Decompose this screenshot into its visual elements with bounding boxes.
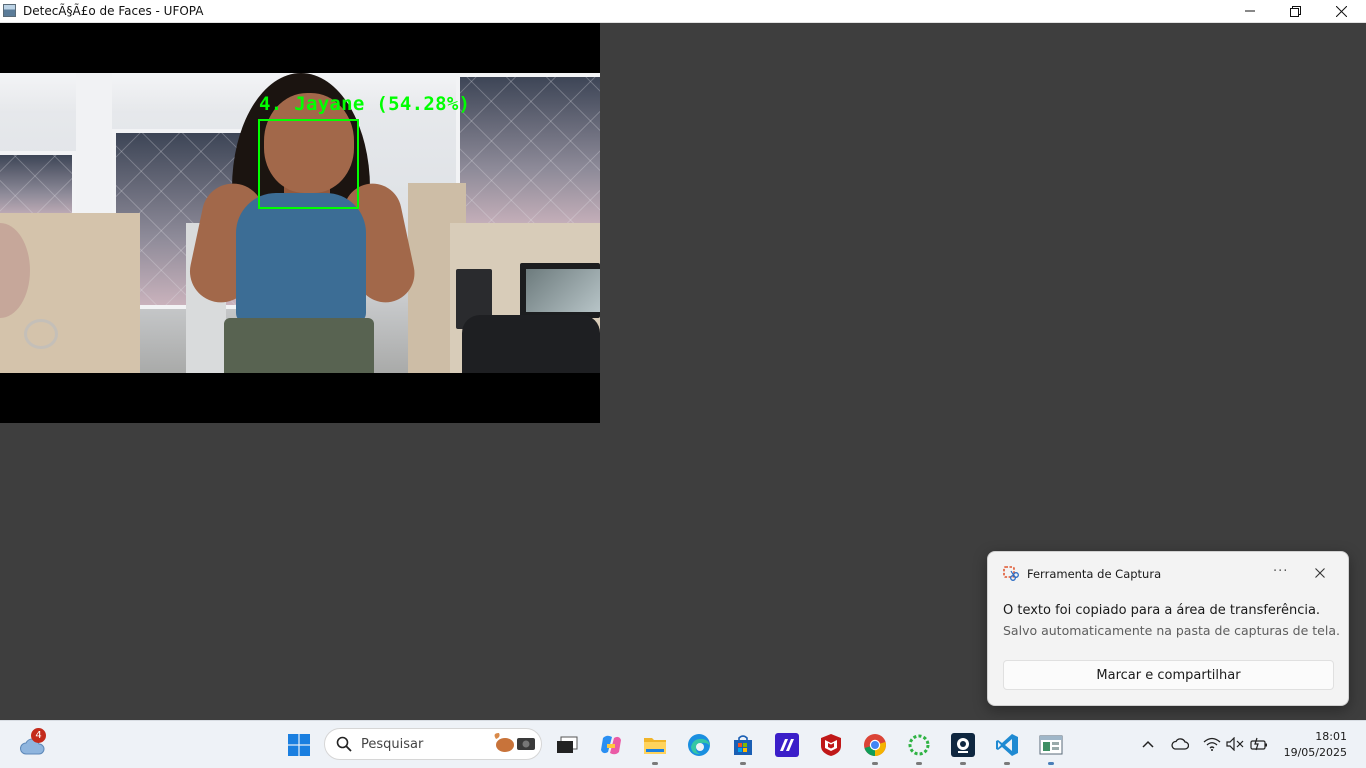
mark-and-share-button[interactable]: Marcar e compartilhar <box>1003 660 1334 690</box>
webcam-app-button[interactable] <box>947 729 979 765</box>
person-shirt <box>236 193 366 323</box>
minimize-icon <box>1245 10 1255 12</box>
start-button[interactable] <box>283 729 315 761</box>
camera-frame: 4. Jayane (54.28%) <box>0 73 600 373</box>
webcam-watermark-icon <box>24 319 58 349</box>
store-button[interactable] <box>727 729 759 765</box>
volume-button[interactable] <box>1226 735 1244 753</box>
running-indicator <box>960 762 966 765</box>
chevron-up-icon <box>1142 740 1154 748</box>
search-icon <box>336 736 352 752</box>
tray-overflow-button[interactable] <box>1139 735 1157 753</box>
restore-icon <box>1289 5 1301 17</box>
python-window-button[interactable] <box>1035 729 1067 765</box>
notification-title: O texto foi copiado para a área de trans… <box>1003 603 1321 618</box>
window-app-icon <box>1039 735 1063 755</box>
folder-icon <box>644 738 666 754</box>
minimize-button[interactable] <box>1227 0 1273 22</box>
mcafee-button[interactable] <box>815 729 847 761</box>
app-window-icon <box>3 4 16 17</box>
clock-time[interactable]: 18:01 <box>1315 730 1347 743</box>
edge-icon <box>688 734 710 756</box>
purple-app-icon <box>775 733 799 757</box>
running-indicator <box>740 762 746 765</box>
copilot-icon <box>601 735 621 755</box>
taskbar-search[interactable]: Pesquisar <box>324 728 542 760</box>
search-highlight-icon <box>494 733 535 752</box>
running-indicator <box>1004 762 1010 765</box>
wifi-button[interactable] <box>1203 735 1221 753</box>
face-detection-label: 4. Jayane (54.28%) <box>259 93 471 115</box>
file-explorer-button[interactable] <box>639 729 671 765</box>
running-indicator <box>1048 762 1054 765</box>
copilot-button[interactable] <box>595 729 627 761</box>
webcam-icon <box>951 733 975 757</box>
volume-muted-icon <box>1226 737 1244 751</box>
onedrive-cloud-icon <box>1171 738 1189 750</box>
taskbar: 4 Pesquisar 18:01 19/05/2025 <box>0 720 1366 768</box>
green-app-button[interactable] <box>903 729 935 765</box>
monitor <box>520 263 600 318</box>
close-icon <box>1335 5 1347 17</box>
store-icon <box>734 735 752 755</box>
close-button[interactable] <box>1318 0 1364 22</box>
notification-close-icon[interactable] <box>1314 567 1326 579</box>
face-detection-box <box>258 119 359 209</box>
office-chair <box>462 315 600 373</box>
running-indicator <box>652 762 658 765</box>
running-indicator <box>872 762 878 765</box>
pinned-app-button[interactable] <box>771 729 803 761</box>
battery-button[interactable] <box>1250 735 1268 753</box>
window-title: DetecÃ§Ã£o de Faces - UFOPA <box>23 4 204 18</box>
video-panel: 4. Jayane (54.28%) <box>0 23 600 423</box>
onedrive-button[interactable] <box>1171 735 1189 753</box>
person-pants <box>224 318 374 373</box>
clock-date[interactable]: 19/05/2025 <box>1284 746 1347 759</box>
window-titlebar[interactable]: DetecÃ§Ã£o de Faces - UFOPA <box>0 0 1366 23</box>
wifi-icon <box>1203 737 1221 751</box>
chrome-button[interactable] <box>859 729 891 765</box>
notification-app-name: Ferramenta de Captura <box>1027 567 1162 581</box>
edge-button[interactable] <box>683 729 715 761</box>
snipping-tool-notification[interactable]: Ferramenta de Captura ··· O texto foi co… <box>987 551 1349 706</box>
room-window-right <box>456 73 600 233</box>
running-indicator <box>916 762 922 765</box>
task-view-icon <box>557 736 578 753</box>
search-placeholder: Pesquisar <box>361 737 424 752</box>
restore-button[interactable] <box>1272 0 1318 22</box>
weather-badge: 4 <box>31 728 46 743</box>
snipping-tool-icon <box>1003 566 1019 581</box>
more-options-button[interactable]: ··· <box>1273 564 1288 579</box>
windows-start-icon <box>288 734 310 756</box>
loading-ring-icon <box>908 734 930 756</box>
notification-body: Salvo automaticamente na pasta de captur… <box>1003 623 1340 638</box>
chrome-icon <box>864 734 886 756</box>
mcafee-shield-icon <box>821 734 841 756</box>
vscode-icon <box>996 734 1018 756</box>
battery-charging-icon <box>1250 737 1267 751</box>
vscode-button[interactable] <box>991 729 1023 765</box>
task-view-button[interactable] <box>551 729 583 761</box>
